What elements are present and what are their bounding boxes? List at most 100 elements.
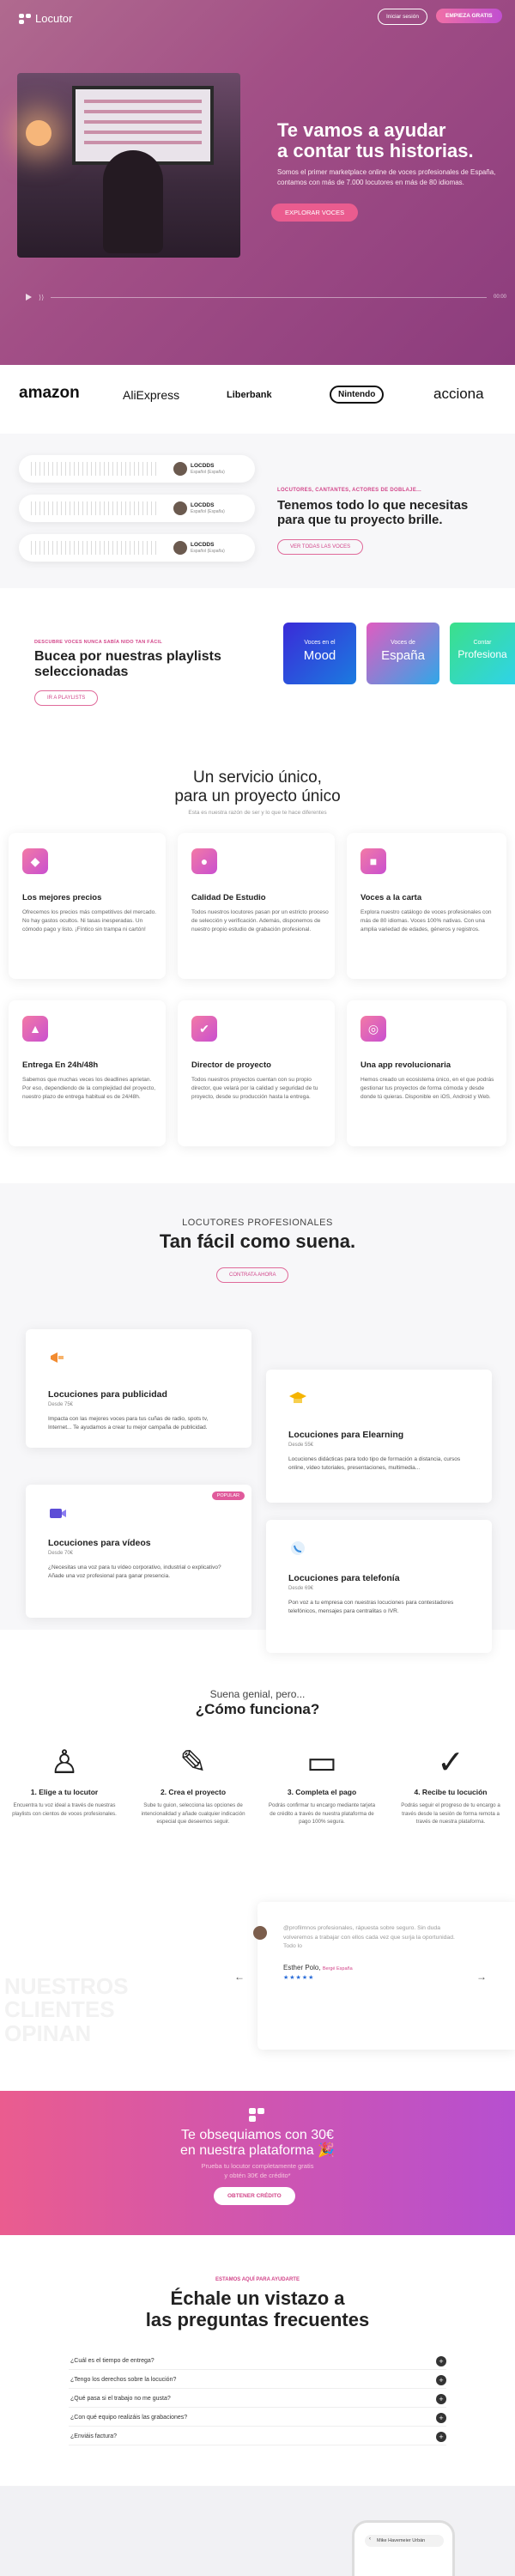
voice-name: LOCDDS [191, 542, 215, 548]
voice-player-card[interactable]: LOCDDS Español (España) [19, 534, 255, 562]
app-section: Mike Havemeier Urbán ‹ [0, 2486, 515, 2576]
tag-icon: ◆ [22, 848, 48, 874]
faq-item[interactable]: ¿Enviáis factura? + [69, 2428, 446, 2445]
hero-audio-player: ⟩⟩ 00:00 [26, 290, 506, 304]
how-pretitle: Suena genial, pero... [209, 1688, 306, 1700]
video-icon [50, 1509, 66, 1518]
hero-section: Locutor Iniciar sesión EMPIEZA GRATIS Te… [0, 0, 515, 365]
voice-name: LOCDDS [191, 463, 215, 469]
avatar [253, 1926, 267, 1940]
brands-bar: amazon AliExpress Liberbank Nintendo acc… [0, 365, 515, 434]
testimonial-card: ← → @profilmnos profesionales, rápuesta … [234, 1902, 515, 2050]
plus-icon: + [436, 2375, 446, 2385]
faq-item[interactable]: ¿Qué pasa si el trabajo no me gusta? + [69, 2391, 446, 2408]
promo-banner: Te obsequiamos con 30€ en nuestra platafo… [0, 2091, 515, 2235]
get-credit-button[interactable]: OBTENER CRÉDITO [214, 2187, 295, 2205]
signup-button[interactable]: EMPIEZA GRATIS [436, 9, 502, 23]
step-2: ✎ 2. Crea el proyecto Sube tu guion, sele… [133, 1743, 253, 1826]
plus-icon: + [436, 2394, 446, 2404]
voices-eyebrow: LOCUTORES, CANTANTES, ACTORES DE DOBLAJE… [277, 488, 422, 493]
logo-icon [19, 13, 31, 24]
voice-player-card[interactable]: LOCDDS Español (España) [19, 455, 255, 483]
waveform[interactable] [31, 541, 160, 555]
testimonials-watermark: NUESTROS CLIENTES OPINAN [4, 1973, 129, 2046]
app-search-bar[interactable]: Mike Havemeier Urbán [365, 2535, 444, 2547]
playlist-card-pro[interactable]: Contar Profesiona [450, 623, 515, 684]
all-voices-button[interactable]: VER TODAS LAS VOCES [277, 539, 364, 555]
check-circle-icon: ✓ [437, 1745, 464, 1781]
avatar [173, 462, 187, 476]
service-card: ▲ Entrega En 24h/48h Sabemos que muchas v… [9, 1000, 166, 1146]
service-card: ■ Voces a la carta Explora nuestro catálo… [347, 833, 506, 979]
popular-badge: POPULAR [211, 1492, 245, 1500]
rating-stars: ★★★★★ [283, 1975, 315, 1981]
plus-icon: + [436, 2413, 446, 2423]
brand-logo: AliExpress [123, 388, 180, 402]
services-title: Un servicio único, para un proyecto único [174, 769, 341, 805]
brand-logo: acciona [433, 386, 484, 402]
faq-item[interactable]: ¿Con qué equipo realizáis las grabacione… [69, 2409, 446, 2427]
playlist-card-mood[interactable]: Voces en el Mood [283, 623, 356, 684]
step-4: ✓ 4. Recibe tu locución Podrás seguir el … [391, 1743, 511, 1826]
product-card[interactable]: Locuciones para telefonía Desde 69€ Pon … [266, 1520, 492, 1653]
user-icon: ♙ [49, 1745, 80, 1781]
edit-icon: ✎ [179, 1745, 207, 1781]
hero-lamp [26, 120, 52, 146]
services-subtitle: Esta es nuestra razón de ser y lo que te… [188, 810, 327, 816]
playlists-button[interactable]: IR A PLAYLISTS [34, 690, 99, 706]
app-icon: ◎ [360, 1016, 386, 1042]
explore-voices-button[interactable]: EXPLORAR VOCES [271, 204, 359, 222]
products-title: Tan fácil como suena. [159, 1230, 356, 1252]
voice-language: Español (España) [191, 509, 225, 514]
voice-player-card[interactable]: LOCDDS Español (España) [19, 495, 255, 522]
chevron-left-icon[interactable]: ‹ [369, 2537, 371, 2542]
promo-title: Te obsequiamos con 30€ en nuestra platafo… [179, 2128, 335, 2159]
rocket-icon: ▲ [22, 1016, 48, 1042]
logo-text: Locutor [35, 12, 73, 25]
product-card[interactable]: POPULAR Locuciones para vídeos Desde 70€… [26, 1485, 251, 1618]
brand-logo: Nintendo [330, 386, 385, 404]
microphone-icon: ● [191, 848, 217, 874]
step-1: ♙ 1. Elige a tu locutor Encuentra tu voz … [4, 1743, 124, 1818]
hire-now-button[interactable]: CONTRATA AHORA [216, 1267, 289, 1283]
skip-icon[interactable]: ⟩⟩ [39, 294, 44, 301]
voice-language: Español (España) [191, 470, 225, 475]
brand-logo: Liberbank [227, 390, 272, 400]
voice-language: Español (España) [191, 549, 225, 554]
service-card: ◎ Una app revolucionaria Hemos creado un … [347, 1000, 506, 1146]
phone-mockup: Mike Havemeier Urbán ‹ [352, 2520, 455, 2576]
megaphone-icon [51, 1352, 64, 1363]
phone-icon [291, 1541, 305, 1555]
service-card: ● Calidad De Estudio Todos nuestros locut… [178, 833, 335, 979]
faq-item[interactable]: ¿Tengo los derechos sobre la locución? + [69, 2372, 446, 2389]
playlist-card-spain[interactable]: Voces de España [367, 623, 439, 684]
promo-subtitle: Prueba tu locutor completamente gratis y … [201, 2162, 314, 2179]
arrow-right-icon[interactable]: → [476, 1971, 487, 1983]
login-button[interactable]: Iniciar sesión [378, 9, 427, 25]
player-progress[interactable] [51, 296, 487, 298]
playlists-title: Bucea por nuestras playlists seleccionada… [34, 649, 221, 680]
avatar [173, 541, 187, 555]
product-card[interactable]: Locuciones para publicidad Desde 75€ Imp… [26, 1329, 251, 1448]
faq-eyebrow: ESTAMOS AQUÍ PARA AYUDARTE [215, 2277, 300, 2282]
testimonial-quote: @profilmnos profesionales, rápuesta sobr… [283, 1925, 455, 1950]
director-icon: ✔ [191, 1016, 217, 1042]
brand-logo: amazon [19, 384, 80, 402]
arrow-left-icon[interactable]: ← [234, 1971, 245, 1983]
service-card: ✔ Director de proyecto Todos nuestros pro… [178, 1000, 335, 1146]
step-3: ▭ 3. Completa el pago Podrás confirmar tu… [262, 1743, 382, 1826]
hero-subtitle: Somos el primer marketplace online de vo… [277, 168, 496, 186]
play-icon[interactable] [26, 294, 32, 301]
voices-title: Tenemos todo lo que necesitas para que tu… [277, 498, 469, 528]
avatar [173, 501, 187, 515]
waveform[interactable] [31, 462, 160, 476]
player-time: 00:00 [493, 295, 506, 300]
logo[interactable]: Locutor [19, 12, 72, 25]
products-eyebrow: LOCUTORES PROFESIONALES [182, 1218, 333, 1228]
faq-item[interactable]: ¿Cuál es el tiempo de entrega? + [69, 2353, 446, 2370]
plus-icon: + [436, 2432, 446, 2442]
hero-title: Te vamos a ayudar a contar tus historias. [277, 119, 474, 161]
waveform[interactable] [31, 501, 160, 515]
service-card: ◆ Los mejores precios Ofrecemos los preci… [9, 833, 166, 979]
product-card[interactable]: Locuciones para Elearning Desde 55€ Locu… [266, 1370, 492, 1503]
